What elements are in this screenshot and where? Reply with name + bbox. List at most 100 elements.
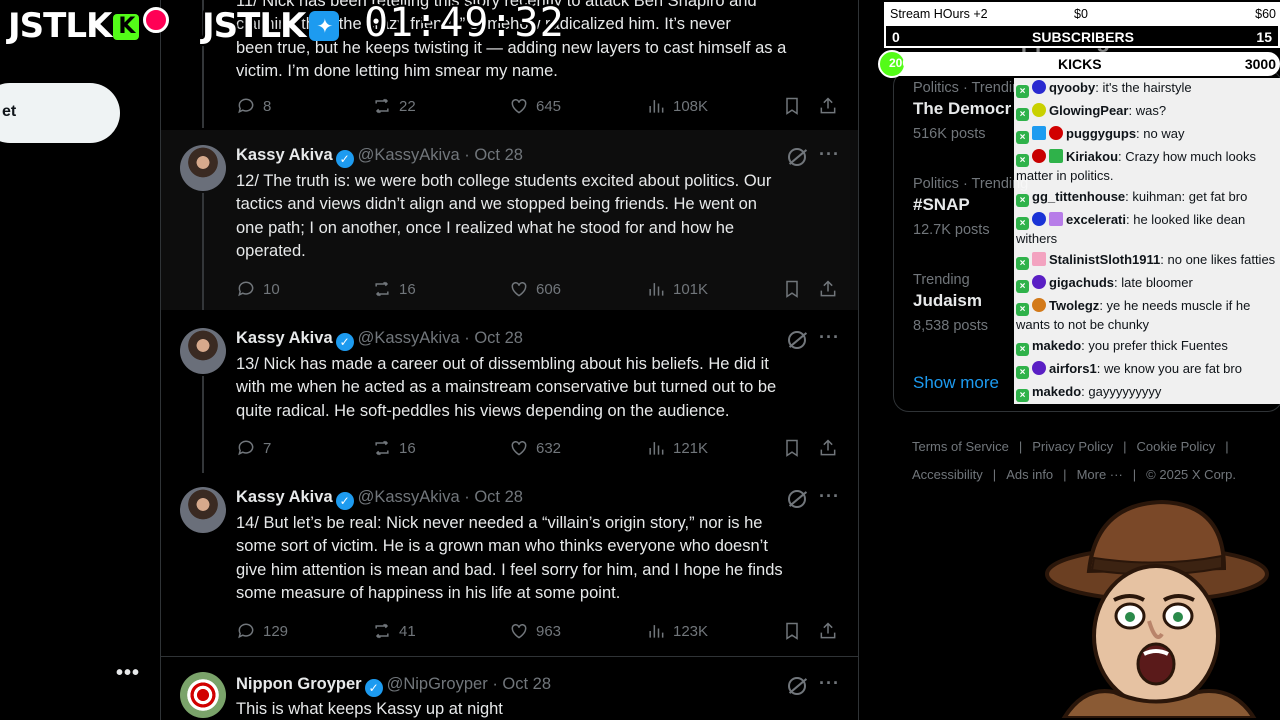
separator: | — [1132, 467, 1137, 482]
heart-icon — [511, 98, 527, 114]
avatar[interactable] — [180, 672, 226, 718]
separator: | — [992, 467, 997, 482]
like-button[interactable]: 645 — [509, 96, 561, 116]
reply-button[interactable]: 8 — [236, 96, 271, 116]
grok-icon[interactable] — [788, 677, 806, 695]
tweet-line: some measure of happiness in his life at… — [236, 584, 621, 603]
author-handle[interactable]: @KassyAkiva — [358, 488, 460, 506]
tweet-14[interactable]: Kassy Akiva ✓ @KassyAkiva · Oct 28 ··· 14/… — [161, 472, 858, 657]
detective-mascot-illustration — [1045, 499, 1269, 718]
repost-button[interactable]: 16 — [372, 438, 416, 458]
repost-button[interactable]: 41 — [372, 621, 416, 641]
like-count: 645 — [536, 97, 562, 115]
share-button[interactable] — [818, 96, 838, 116]
grok-icon[interactable] — [788, 148, 806, 166]
reply-button[interactable]: 10 — [236, 279, 280, 299]
author-handle[interactable]: @KassyAkiva — [358, 329, 460, 347]
accessibility-link[interactable]: Accessibility — [912, 467, 983, 482]
user-badge-icon — [1032, 103, 1046, 117]
twitter-bird-icon: ✦ — [309, 11, 340, 41]
ads-info-link[interactable]: Ads info — [1006, 467, 1053, 482]
repost-count: 22 — [399, 97, 416, 115]
trend-count: 8,538 posts — [913, 318, 988, 334]
tweet-date[interactable]: Oct 28 — [474, 488, 523, 506]
moderator-badge-icon: × — [1016, 85, 1029, 98]
like-button[interactable]: 963 — [509, 621, 561, 641]
post-button[interactable]: et — [0, 83, 120, 143]
author-handle[interactable]: @KassyAkiva — [358, 146, 460, 164]
bookmark-button[interactable] — [782, 279, 802, 299]
avatar[interactable] — [180, 145, 226, 191]
reply-icon — [238, 623, 254, 639]
share-button[interactable] — [818, 438, 838, 458]
author-name[interactable]: Nippon Groyper — [236, 675, 362, 693]
author-name[interactable]: Kassy Akiva — [236, 329, 333, 347]
show-more-link[interactable]: Show more — [913, 373, 999, 393]
tweet-date[interactable]: Oct 28 — [502, 675, 551, 693]
views-button[interactable]: 123K — [646, 621, 708, 641]
tweet-text: 14/ But let’s be real: Nick never needed… — [236, 512, 836, 606]
tweet-12[interactable]: Kassy Akiva ✓ @KassyAkiva · Oct 28 ··· 12/… — [161, 130, 858, 310]
tweet-date[interactable]: Oct 28 — [474, 146, 523, 164]
bookmark-button[interactable] — [782, 621, 802, 641]
kicks-goal: 200 KICKS 3000 — [878, 50, 1280, 78]
footer-links-row: Accessibility | Ads info | More ··· | © 202… — [912, 467, 1272, 482]
more-options-icon[interactable]: ··· — [819, 327, 840, 348]
views-icon — [649, 625, 664, 638]
account-menu-more-icon[interactable]: ••• — [116, 662, 140, 685]
views-count: 123K — [673, 622, 709, 640]
avatar[interactable] — [180, 328, 226, 374]
repost-button[interactable]: 22 — [372, 96, 416, 116]
bookmark-button[interactable] — [782, 96, 802, 116]
more-options-icon[interactable]: ··· — [819, 144, 840, 165]
share-icon — [820, 439, 836, 456]
kicks-max: 3000 — [1244, 56, 1276, 72]
separator-dot: · — [464, 146, 470, 164]
more-options-icon[interactable]: ··· — [819, 486, 840, 507]
views-button[interactable]: 108K — [646, 96, 708, 116]
goal-max-amount: $60 — [1255, 7, 1276, 21]
trend-item[interactable]: Trending Judaism 8,538 posts — [913, 272, 988, 334]
repost-count: 16 — [399, 439, 416, 457]
bookmark-button[interactable] — [782, 438, 802, 458]
terms-link[interactable]: Terms of Service — [912, 439, 1009, 454]
bookmark-icon — [786, 622, 798, 640]
cookie-link[interactable]: Cookie Policy — [1137, 439, 1216, 454]
grok-icon[interactable] — [788, 331, 806, 349]
more-options-icon[interactable]: ··· — [819, 673, 840, 694]
verified-badge-icon: ✓ — [364, 679, 383, 697]
like-button[interactable]: 606 — [509, 279, 561, 299]
repost-count: 16 — [399, 280, 416, 298]
reply-button[interactable]: 129 — [236, 621, 288, 641]
streamer-logo-secondary: JSTLK ✦ — [202, 6, 340, 50]
chat-message: × puggygups: no way — [1016, 125, 1278, 144]
chat-message: × Kiriakou: Crazy how much looks matter i… — [1016, 149, 1257, 183]
views-button[interactable]: 121K — [646, 438, 708, 458]
like-button[interactable]: 632 — [509, 438, 561, 458]
views-button[interactable]: 101K — [646, 279, 708, 299]
user-badge-icon — [1049, 149, 1063, 163]
grok-icon[interactable] — [788, 490, 806, 508]
chat-message: × makedo: you prefer thick Fuentes — [1016, 337, 1278, 356]
trend-item[interactable]: Politics · Trending The Democr 516K post… — [913, 80, 1028, 142]
repost-button[interactable]: 16 — [372, 279, 416, 299]
share-button[interactable] — [818, 279, 838, 299]
reply-button[interactable]: 7 — [236, 438, 271, 458]
tweet-reply[interactable]: Nippon Groyper ✓ @NipGroyper · Oct 28 ··· … — [161, 658, 858, 720]
trend-item[interactable]: Politics · Trending #SNAP 12.7K posts — [913, 176, 1028, 238]
chat-message: × qyooby: it's the hairstyle — [1016, 79, 1278, 98]
chat-message: × gigachuds: late bloomer — [1016, 274, 1278, 293]
moderator-badge-icon: × — [1016, 389, 1029, 402]
share-button[interactable] — [818, 621, 838, 641]
author-name[interactable]: Kassy Akiva — [236, 146, 333, 164]
reply-icon — [238, 440, 254, 456]
privacy-link[interactable]: Privacy Policy — [1032, 439, 1113, 454]
thread-feed[interactable]: 11/ Nick has been retelling this story r… — [160, 0, 859, 720]
avatar[interactable] — [180, 487, 226, 533]
author-handle[interactable]: @NipGroyper — [387, 675, 488, 693]
chat-username: makedo — [1032, 384, 1082, 399]
tweet-13[interactable]: Kassy Akiva ✓ @KassyAkiva · Oct 28 ··· 13/… — [161, 313, 858, 473]
tweet-date[interactable]: Oct 28 — [474, 329, 523, 347]
more-link[interactable]: More ··· — [1077, 467, 1123, 482]
author-name[interactable]: Kassy Akiva — [236, 488, 333, 506]
